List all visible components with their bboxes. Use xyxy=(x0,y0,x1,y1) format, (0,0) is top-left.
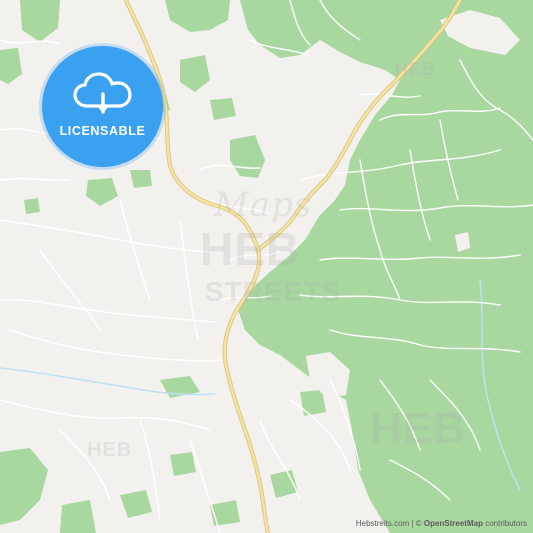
attribution: Hebstreits.com | © OpenStreetMap contrib… xyxy=(356,519,527,528)
badge-label: LICENSABLE xyxy=(59,123,146,138)
licensable-badge[interactable]: LICENSABLE xyxy=(42,46,163,167)
forest-north-left xyxy=(20,0,60,42)
attribution-separator: | © xyxy=(409,519,424,528)
forest-patch-6 xyxy=(24,198,40,214)
forest-patch-1 xyxy=(180,55,210,92)
watermark-heb-bottom-left: HEB xyxy=(87,439,133,461)
forest-patch-3 xyxy=(86,178,118,206)
forest-southwest xyxy=(0,448,48,525)
forest-patch-2 xyxy=(230,135,265,178)
watermark-maps: Maps xyxy=(214,185,313,225)
forest-south-patch-3 xyxy=(300,390,326,416)
watermark-heb-bottom-right: HEB xyxy=(370,404,466,453)
clearing-2 xyxy=(300,88,322,106)
forest-patch-5 xyxy=(0,48,22,84)
forest-south-patch-5 xyxy=(60,500,96,533)
map-canvas[interactable]: Maps HEB STREETS HEB HEB HEB LICENSABLE … xyxy=(0,0,533,533)
forest-patch-8 xyxy=(210,98,236,120)
forest-south-patch-1 xyxy=(170,452,196,476)
forest-patch-4 xyxy=(130,170,152,188)
attribution-osm[interactable]: OpenStreetMap xyxy=(424,519,483,528)
cloud-download-icon xyxy=(72,71,132,114)
watermark-heb-top-right: HEB xyxy=(395,59,437,79)
forest-south-patch-2 xyxy=(120,490,152,518)
watermark-heb: HEB xyxy=(200,223,301,275)
attribution-site[interactable]: Hebstreits.com xyxy=(356,519,409,528)
watermark-streets: STREETS xyxy=(205,276,342,307)
forest-north-top xyxy=(165,0,230,32)
attribution-suffix: contributors xyxy=(482,519,527,528)
